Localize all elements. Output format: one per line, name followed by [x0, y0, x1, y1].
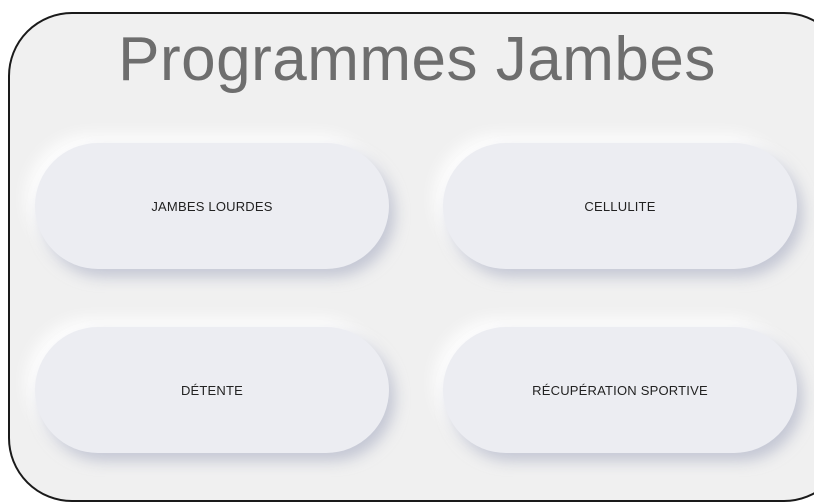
program-button-label: RÉCUPÉRATION SPORTIVE: [532, 382, 708, 398]
program-button-detente[interactable]: DÉTENTE: [35, 327, 389, 453]
program-button-label: DÉTENTE: [180, 382, 244, 398]
program-button-jambes-lourdes[interactable]: JAMBES LOURDES: [35, 143, 389, 269]
program-button-cellulite[interactable]: CELLULITE: [443, 143, 797, 269]
page-title: Programmes Jambes: [118, 25, 716, 94]
program-button-label: CELLULITE: [584, 198, 656, 214]
program-button-label: JAMBES LOURDES: [151, 198, 273, 214]
program-button-recuperation-sportive[interactable]: RÉCUPÉRATION SPORTIVE: [443, 327, 797, 453]
app-window: Programmes Jambes JAMBES LOURDES CELLULI…: [8, 12, 814, 502]
